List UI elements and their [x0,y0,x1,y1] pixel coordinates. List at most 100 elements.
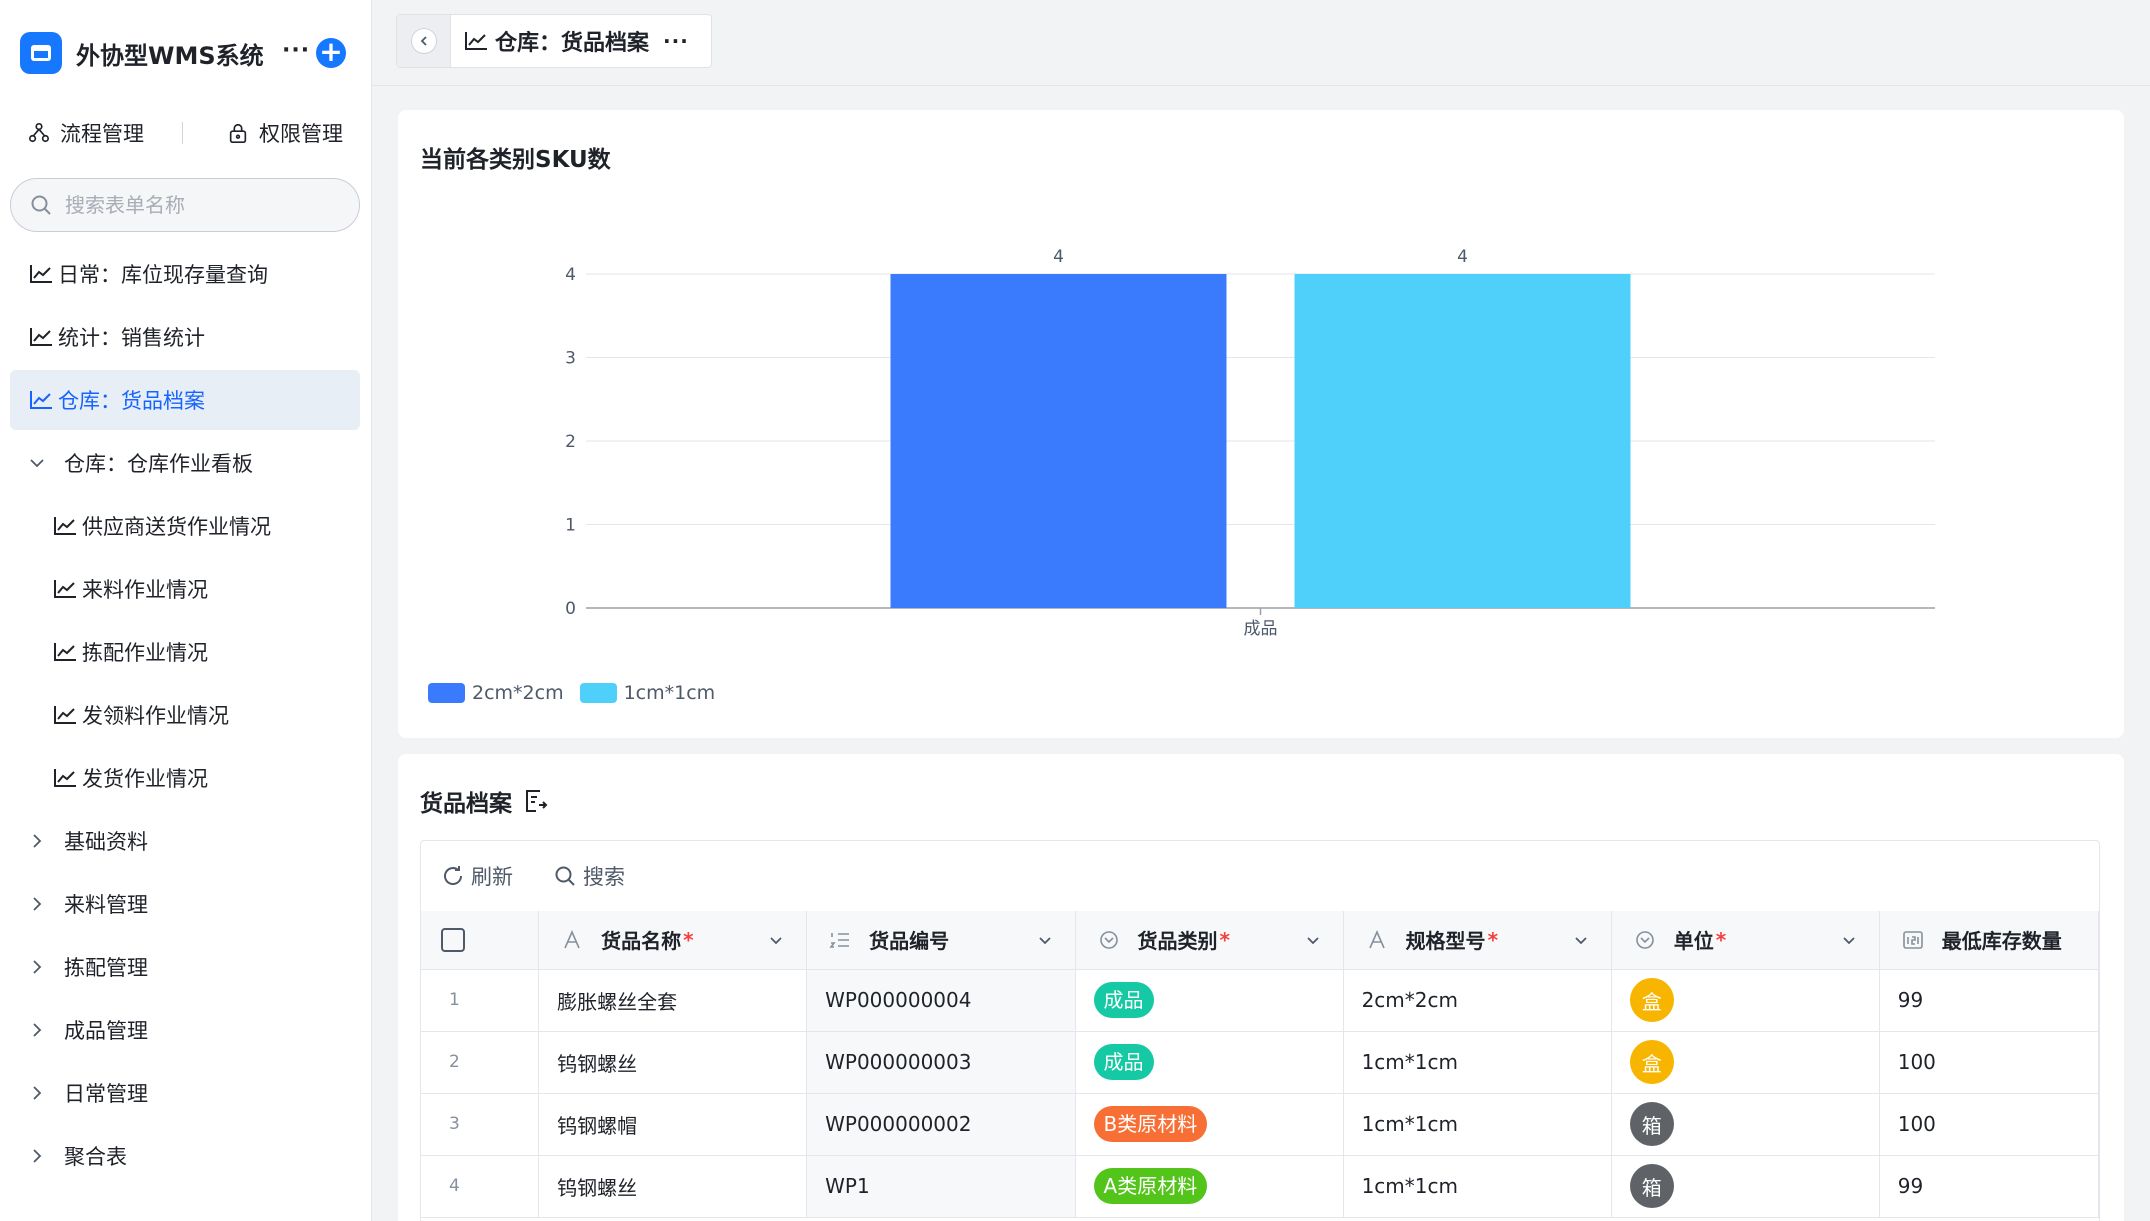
sidebar-item-10[interactable]: 来料管理 [10,874,360,934]
table-row[interactable]: 4 钨钢螺丝 WP1 A类原材料 1cm*1cm 箱 99 [421,1155,2099,1218]
tab-more-icon[interactable]: ··· [663,29,689,53]
data-grid: 刷新 搜索 货品名称 * 货品编号 货品类别 * 规格型号 * 单位 * 最低库存数量 1 膨胀螺丝… [420,840,2100,1221]
cell-code: WP000000002 [806,1093,1076,1156]
app-title: 外协型WMS系统 [76,41,264,70]
category-tag: B类原材料 [1093,1106,1208,1142]
cell-spec: 2cm*2cm [1343,969,1612,1032]
sidebar-item-13[interactable]: 日常管理 [10,1063,360,1123]
goods-table: 货品名称 * 货品编号 货品类别 * 规格型号 * 单位 * 最低库存数量 1 膨胀螺丝全套 WP00… [421,911,2099,1218]
chevron-left-icon [420,36,427,46]
select-all-header [421,911,540,970]
cell-unit: 箱 [1611,1155,1880,1218]
sidebar-item-9[interactable]: 基础资料 [10,811,360,871]
chevron-down-icon[interactable] [1305,932,1321,948]
cell-min-qty: 100 [1879,1093,2099,1156]
sequence-icon [829,932,850,948]
sidebar-item-4[interactable]: 供应商送货作业情况 [10,496,360,556]
chevron-right-icon [33,1086,42,1100]
sidebar-item-5[interactable]: 来料作业情况 [10,559,360,619]
flow-management-link[interactable]: 流程管理 [28,118,144,148]
legend-swatch [428,683,465,703]
goods-table-card: 货品档案 刷新 搜索 货品名称 * 货品编号 货品类别 * 规格型号 * 单位 * 最低库存数量 … [398,754,2124,1221]
sidebar-nav: 日常：库位现存量查询统计：销售统计仓库：货品档案 仓库：仓库作业看板 供应商送货作业… [10,244,360,1189]
cell-category: B类原材料 [1075,1093,1344,1156]
bar-chart: 0 1 2 3 4 4 4 成品 [565,247,1935,639]
bar-1-0[interactable] [1294,274,1631,608]
top-links: 流程管理 权限管理 [28,118,343,148]
sidebar-item-label: 成品管理 [64,1019,148,1043]
table-row[interactable]: 2 钨钢螺丝 WP000000003 成品 1cm*1cm 盒 100 [421,1031,2099,1094]
refresh-button[interactable]: 刷新 [441,861,513,891]
required-mark: * [1219,927,1230,952]
column-header-4[interactable]: 单位 * [1611,911,1880,970]
legend-item-1[interactable]: 1cm*1cm [579,682,715,704]
chevron-down-icon [30,459,44,468]
column-header-0[interactable]: 货品名称 * [538,911,808,970]
sidebar-item-14[interactable]: 聚合表 [10,1126,360,1186]
app-logo-icon [20,32,62,74]
legend-label: 2cm*2cm [472,682,564,704]
cell-code: WP000000004 [806,969,1076,1032]
chevron-down-icon[interactable] [1841,932,1857,948]
cell-code: WP1 [806,1155,1076,1218]
line-chart-icon [30,328,52,346]
sidebar-item-8[interactable]: 发货作业情况 [10,748,360,808]
sidebar-item-11[interactable]: 拣配管理 [10,937,360,997]
sidebar-item-label: 统计：销售统计 [58,326,205,350]
sidebar-item-2[interactable]: 仓库：货品档案 [10,370,360,430]
chevron-down-icon[interactable] [1573,932,1589,948]
chevron-right-icon [33,960,42,974]
refresh-label: 刷新 [471,865,513,889]
required-mark: * [1487,927,1499,952]
unit-tag: 盒 [1629,1040,1674,1084]
chevron-right-icon [33,1023,42,1037]
data-label: 4 [1457,247,1468,267]
sidebar-item-6[interactable]: 拣配作业情况 [10,622,360,682]
chevron-right-icon [33,1149,42,1163]
y-tick-label: 4 [565,265,576,285]
required-mark: * [1715,927,1727,952]
text-type-icon [564,929,580,949]
y-tick-label: 2 [565,432,576,452]
sidebar-item-label: 拣配作业情况 [82,641,208,665]
more-icon[interactable]: ··· [282,38,310,63]
tab-bar: 仓库：货品档案 ··· [372,0,2150,86]
column-header-3[interactable]: 规格型号 * [1343,911,1612,970]
legend-swatch [579,683,617,703]
cell-spec: 1cm*1cm [1343,1031,1612,1094]
collapse-sidebar-button[interactable] [397,15,451,67]
add-icon[interactable]: + [316,38,346,68]
divider [182,122,183,144]
legend-item-0[interactable]: 2cm*2cm [428,682,564,704]
column-header-1[interactable]: 货品编号 [806,911,1076,970]
cell-spec: 1cm*1cm [1343,1155,1612,1218]
bar-0-0[interactable] [890,274,1227,608]
chevron-right-icon [33,897,42,911]
column-header-2[interactable]: 货品类别 * [1075,911,1344,970]
select-type-icon [1635,930,1654,949]
search-button[interactable]: 搜索 [553,861,625,891]
sidebar-item-7[interactable]: 发领料作业情况 [10,685,360,745]
tab-goods-archive[interactable]: 仓库：货品档案 ··· [396,14,712,68]
sidebar: 外协型WMS系统 ··· + 流程管理 权限管理 日常：库位现存量查询统计：销售… [0,0,372,1221]
sidebar-item-1[interactable]: 统计：销售统计 [10,307,360,367]
cell-spec: 1cm*1cm [1343,1093,1612,1156]
select-all-checkbox[interactable] [441,927,465,952]
table-row[interactable]: 3 钨钢螺帽 WP000000002 B类原材料 1cm*1cm 箱 100 [421,1093,2099,1156]
column-header-5[interactable]: 最低库存数量 [1879,911,2099,970]
sidebar-item-0[interactable]: 日常：库位现存量查询 [10,244,360,304]
export-icon[interactable] [522,788,548,814]
sidebar-item-12[interactable]: 成品管理 [10,1000,360,1060]
permission-management-link[interactable]: 权限管理 [227,118,343,148]
flow-icon [29,123,49,143]
table-row[interactable]: 1 膨胀螺丝全套 WP000000004 成品 2cm*2cm 盒 99 [421,969,2099,1032]
row-index: 3 [421,1093,540,1156]
cell-min-qty: 99 [1879,969,2099,1032]
data-label: 4 [1053,247,1064,267]
chevron-down-icon[interactable] [1037,932,1053,948]
category-tag: 成品 [1093,1044,1154,1080]
chevron-down-icon[interactable] [768,932,784,948]
search-input[interactable] [65,193,345,217]
sidebar-item-3[interactable]: 仓库：仓库作业看板 [10,433,360,493]
column-label: 最低库存数量 [1941,929,2062,954]
